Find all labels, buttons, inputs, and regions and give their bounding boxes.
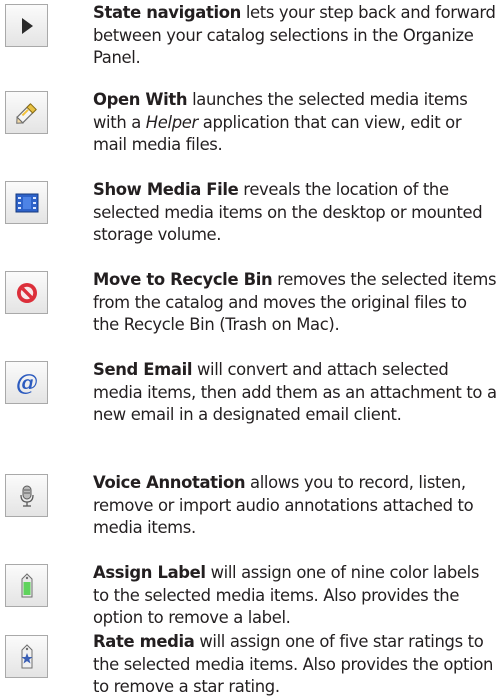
toolbar-button-reference-list: State navigation lets your step back and… [0,0,501,696]
item-description: State navigation lets your step back and… [93,2,497,70]
item-description: Move to Recycle Bin removes the selected… [93,269,497,337]
item-title: Show Media File [93,180,239,199]
item-title: Rate media [93,632,195,651]
rate-media-button[interactable] [5,635,48,678]
item-title: Send Email [93,360,193,379]
color-label-icon [21,572,32,597]
item-description: Send Email will convert and attach selec… [93,359,497,427]
open-with-button[interactable] [5,91,48,134]
item-title: Move to Recycle Bin [93,270,273,289]
item-title: State navigation [93,3,241,22]
media-file-icon [15,193,38,212]
item-description: Rate media will assign one of five star … [93,631,497,699]
prohibited-icon [16,282,37,303]
move-to-recycle-bin-button[interactable] [5,271,48,314]
at-sign-icon: @ [16,370,38,396]
show-media-file-button[interactable] [5,181,48,224]
item-title: Open With [93,90,188,109]
pencil-icon [15,102,37,124]
item-emphasis: Helper [145,112,198,132]
send-email-button[interactable]: @ [5,361,48,404]
microphone-icon [19,485,34,507]
item-title: Voice Annotation [93,473,246,492]
voice-annotation-button[interactable] [5,474,48,517]
item-description: Assign Label will assign one of nine col… [93,562,497,630]
play-arrow-icon [21,17,33,34]
assign-label-button[interactable] [5,564,48,607]
item-description: Show Media File reveals the location of … [93,179,497,247]
item-description: Voice Annotation allows you to record, l… [93,472,497,540]
svg-text:@: @ [16,370,38,396]
state-navigation-button[interactable] [5,4,48,47]
star-rating-icon [21,643,32,668]
item-title: Assign Label [93,563,206,582]
item-description: Open With launches the selected media it… [93,89,497,157]
